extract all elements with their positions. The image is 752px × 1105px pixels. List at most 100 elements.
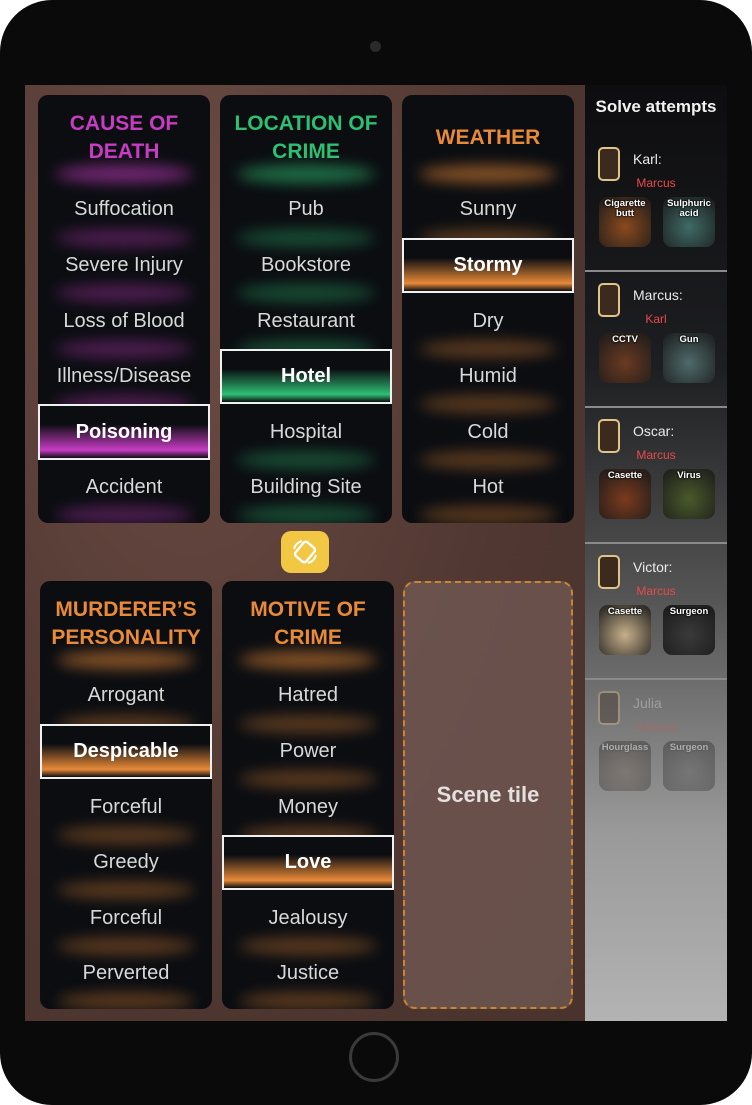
evidence-tile[interactable]: Sulphuric acid [663,197,715,247]
player-name: Karl: [633,151,662,167]
clue-option-label: Perverted [82,962,170,984]
clue-option[interactable]: Cold [402,404,574,469]
evidence-tile[interactable]: Cigarette butt [599,197,651,247]
clue-option-label: Suffocation [74,198,174,220]
clue-option[interactable]: Love [222,835,394,890]
evidence-tile[interactable]: Virus [663,469,715,519]
clue-option-label: Building Site [250,476,362,498]
solve-attempt: Karl: Marcus Cigarette butt Sulphuric acid [585,137,727,272]
clue-option-label: Severe Injury [65,254,183,276]
evidence-tile[interactable]: Gun [663,333,715,383]
clue-option-label: Despicable [73,740,179,762]
clue-option[interactable]: Power [222,724,394,788]
scene-tile-slot[interactable]: Scene tile [403,581,573,1009]
clue-option[interactable]: Pub [220,181,392,247]
rotate-icon [293,540,317,564]
clue-option[interactable]: Restaurant [220,293,392,358]
clue-card-4: MOTIVE OF CRIME Hatred Power Money Love Jealo… [222,581,394,1009]
evidence-tile-label: Surgeon [669,606,709,617]
accused-suspect: Marcus [636,720,676,734]
clue-option-label: Illness/Disease [56,365,192,387]
solve-attempt: Oscar: Marcus Casette Virus [585,409,727,544]
evidence-tile[interactable]: Casette [599,469,651,519]
clue-option[interactable]: Suffocation [38,181,210,247]
solve-attempts-panel[interactable]: Solve attempts Karl: Marcus Cigarette butt… [585,85,727,1021]
accused-suspect: Karl [645,312,667,326]
evidence-tile-label: Sulphuric acid [667,198,711,219]
clue-option[interactable]: Hospital [220,404,392,469]
clue-option[interactable]: Forceful [40,890,212,955]
option-glow [419,506,557,523]
clue-option-label: Dry [472,309,504,332]
clue-option-label: Loss of Blood [63,309,185,332]
evidence-tile[interactable]: Surgeon [663,741,715,791]
evidence-tile[interactable]: Casette [599,605,651,655]
solve-attempts-title: Solve attempts [595,97,717,116]
clue-option-label: Hot [472,476,504,498]
clue-option[interactable]: Hotel [220,349,392,404]
clue-option-label: Money [277,795,339,818]
clue-option[interactable]: Hot [402,460,574,523]
clue-option[interactable]: Poisoning [38,404,210,460]
rotate-button[interactable] [281,531,329,573]
accused-suspect: Marcus [636,584,676,598]
solve-attempt: Julia Marcus Hourglass Surgeon [585,681,727,816]
evidence-tile-label: Casette [607,606,643,617]
clue-option[interactable]: Jealousy [222,890,394,955]
clue-option-label: Poisoning [75,420,173,443]
clue-option-label: Forceful [89,906,163,929]
evidence-tile[interactable]: CCTV [599,333,651,383]
player-name: Julia [633,695,662,711]
clue-option[interactable]: Building Site [220,460,392,523]
clue-option[interactable]: Arrogant [40,667,212,733]
evidence-tile-label: Hourglass [601,742,649,753]
clue-option[interactable]: Perverted [40,946,212,1009]
clue-option-label: Justice [276,962,340,984]
clue-option[interactable]: Bookstore [220,238,392,302]
clue-option[interactable]: Justice [222,946,394,1009]
clue-option-label: Stormy [453,254,523,276]
scene-tile-label: Scene tile [436,782,540,807]
evidence-tile[interactable]: Hourglass [599,741,651,791]
option-glow [237,506,375,523]
home-button[interactable] [349,1032,399,1082]
clue-option[interactable]: Dry [402,293,574,358]
clue-option-label: Greedy [93,851,159,873]
evidence-tile-label: Virus [677,470,701,481]
clue-option[interactable]: Forceful [40,779,212,844]
clue-option-label: Accident [85,476,163,498]
clue-option-label: Humid [459,365,517,387]
clue-option[interactable]: Accident [38,460,210,523]
clue-card-3: MURDERER’S PERSONALITY Arrogant Despicable… [40,581,212,1009]
clue-card-0: CAUSE OF DEATH Suffocation Severe Injury Lo… [38,95,210,523]
clue-option[interactable]: Severe Injury [38,238,210,302]
clue-option-label: Pub [288,198,324,220]
clue-card-1: LOCATION OF CRIME Pub Bookstore Restaurant H… [220,95,392,523]
game-board: CAUSE OF DEATH Suffocation Severe Injury Lo… [25,85,585,1021]
clue-option-label: Sunny [459,198,517,220]
clue-option[interactable]: Stormy [402,238,574,293]
clue-option-label: Jealousy [268,906,348,929]
clue-option[interactable]: Money [222,779,394,844]
clue-option[interactable]: Humid [402,349,574,413]
evidence-tile-label: CCTV [612,334,638,345]
option-glow [239,992,377,1009]
clue-option[interactable]: Hatred [222,667,394,733]
clue-option[interactable]: Greedy [40,835,212,899]
clue-card-2: WEATHER Sunny Stormy Dry Humid Cold Hot [402,95,574,523]
clue-option[interactable]: Illness/Disease [38,349,210,413]
clue-option[interactable]: Sunny [402,181,574,247]
clue-option[interactable]: Loss of Blood [38,293,210,358]
option-glow [55,506,193,523]
evidence-tile[interactable]: Surgeon [663,605,715,655]
clue-option[interactable]: Despicable [40,724,212,779]
evidence-tile-label: Casette [607,470,643,481]
option-glow [57,992,195,1009]
clue-option-label: Power [279,740,337,762]
solve-attempt: Victor: Marcus Casette Surgeon [585,545,727,680]
solve-attempt: Marcus: Karl CCTV Gun [585,273,727,408]
clue-option-label: Forceful [89,795,163,818]
accused-suspect: Marcus [636,448,676,462]
clue-option-label: Hospital [269,420,343,443]
player-name: Oscar: [633,423,675,439]
